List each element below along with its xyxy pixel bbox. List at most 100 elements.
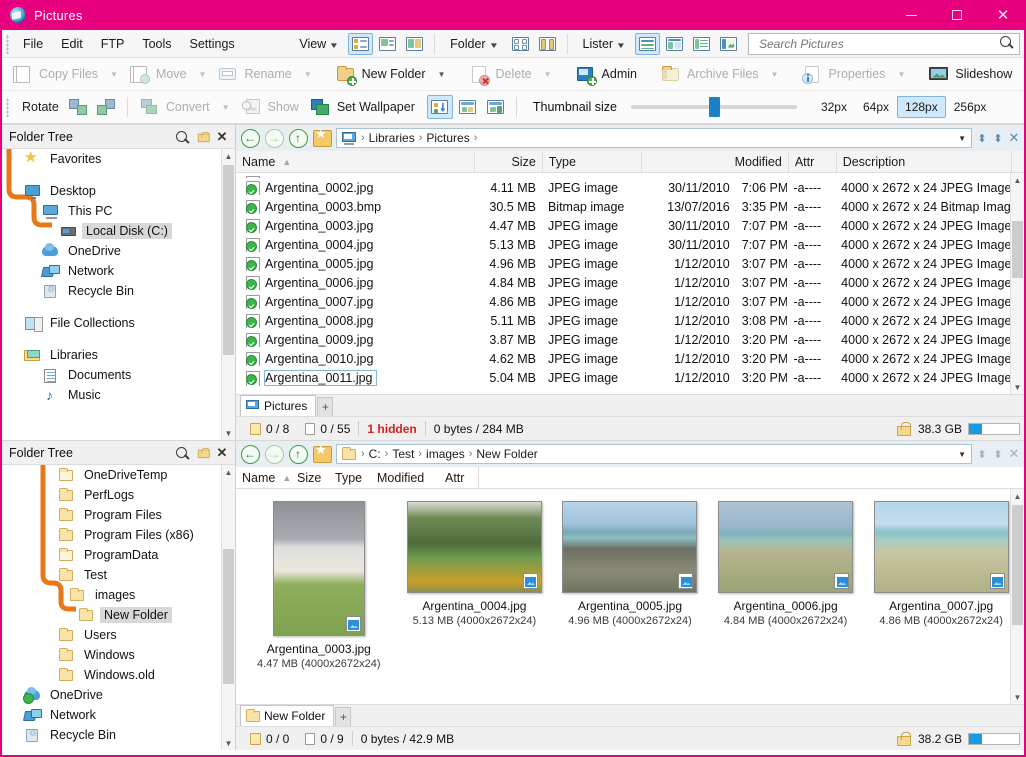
tree-item-network[interactable]: Network	[2, 705, 221, 725]
menu-settings[interactable]: Settings	[181, 34, 244, 54]
tree-item-new-folder[interactable]: New Folder	[2, 605, 221, 625]
tree-close-icon[interactable]: ✕	[213, 128, 231, 146]
tree-item-users[interactable]: Users	[2, 625, 221, 645]
back-button[interactable]: ←	[239, 127, 261, 149]
slideshow-button[interactable]: Slideshow	[923, 61, 1018, 87]
cell-name[interactable]: Argentina_0011.jpg	[236, 369, 474, 386]
properties-dropdown[interactable]: ▼	[891, 61, 911, 87]
cell-name[interactable]: Argentina_0007.jpg	[236, 294, 474, 309]
rename-dropdown[interactable]: ▼	[298, 61, 318, 87]
column-name[interactable]: Name ▲	[236, 150, 476, 173]
rotate-left-button[interactable]	[66, 95, 92, 119]
tree-item-favorites[interactable]: Favorites	[2, 149, 221, 169]
cell-name[interactable]: Argentina_0006.jpg	[236, 275, 474, 290]
tree-item-libraries[interactable]: Libraries	[2, 345, 221, 365]
table-row[interactable]: Argentina_0011.jpg 5.04 MB JPEG image 1/12/…	[236, 368, 1010, 387]
scroll-down-icon[interactable]: ▼	[1011, 380, 1024, 394]
thumbnail-image[interactable]	[562, 501, 698, 593]
thumbnail-item[interactable]: Argentina_0003.jpg 4.47 MB (4000x2672x24)	[250, 501, 388, 670]
column-modified[interactable]: Modified	[371, 467, 439, 489]
size-option-128[interactable]: 128px	[897, 96, 946, 118]
scrollbar-thumb[interactable]	[223, 165, 234, 355]
breadcrumb-libraries[interactable]: Libraries	[367, 131, 417, 145]
minimize-button[interactable]	[888, 0, 934, 30]
thumbnail-image[interactable]	[272, 501, 365, 636]
convert-button[interactable]: Convert	[134, 94, 216, 120]
breadcrumb-new-folder[interactable]: New Folder	[474, 447, 539, 461]
lister-menu-button[interactable]: Lister ▼	[574, 34, 635, 54]
table-row[interactable]: Argentina_0004.jpg 5.13 MB JPEG image 30/11…	[236, 235, 1010, 254]
breadcrumb-images[interactable]: images	[424, 447, 467, 461]
tree-item-program-files[interactable]: Program Files	[2, 505, 221, 525]
close-pane-icon[interactable]: ✕	[1006, 128, 1022, 148]
tree-item-windows-old[interactable]: Windows.old	[2, 665, 221, 685]
scrollbar-thumb[interactable]	[1012, 221, 1023, 278]
view-menu-button[interactable]: View ▼	[290, 34, 347, 54]
tree-item-network[interactable]: Network	[2, 261, 221, 281]
cell-name[interactable]: Argentina_0010.jpg	[236, 351, 474, 366]
size-option-32[interactable]: 32px	[813, 96, 855, 118]
tree-item-test[interactable]: Test	[2, 565, 221, 585]
tree-item-this-pc[interactable]: This PC	[2, 201, 221, 221]
cell-name[interactable]: Argentina_0003.jpg	[236, 218, 474, 233]
bottom-tree-scrollbar[interactable]: ▲ ▼	[221, 465, 235, 750]
search-box[interactable]	[748, 32, 1020, 55]
tab-pictures[interactable]: Pictures	[240, 395, 317, 416]
tree-item-perflogs[interactable]: PerfLogs	[2, 485, 221, 505]
column-type[interactable]: Type	[329, 467, 371, 489]
tree-item-local-disk-c[interactable]: Local Disk (C:)	[2, 221, 221, 241]
bottom-breadcrumb-field[interactable]: › C: › Test › images › New Folder ▼	[336, 444, 972, 464]
new-folder-dropdown[interactable]: ▼	[432, 61, 452, 87]
slideshow-dropdown[interactable]: ▼	[1018, 61, 1026, 87]
cell-name[interactable]: Argentina_0005.jpg	[236, 256, 474, 271]
tree-unlock-icon[interactable]	[193, 444, 211, 462]
thumb-mode-a-button[interactable]	[426, 95, 453, 119]
tree-item-onedrive[interactable]: OneDrive	[2, 241, 221, 261]
scrollbar-thumb[interactable]	[223, 549, 234, 684]
lister-viewer-button[interactable]	[716, 33, 741, 55]
tree-item-onedrive[interactable]: OneDrive	[2, 685, 221, 705]
move-dropdown[interactable]: ▼	[193, 61, 213, 87]
cell-name[interactable]: Argentina_0008.jpg	[236, 313, 474, 328]
view-thumbnails-button[interactable]	[402, 33, 427, 55]
breadcrumb-c-drive[interactable]: C:	[367, 447, 383, 461]
lister-single-button[interactable]	[635, 32, 660, 55]
thumbnail-item[interactable]: Argentina_0007.jpg 4.86 MB (4000x2672x24)	[872, 501, 1010, 627]
archive-files-button[interactable]: Archive Files	[655, 61, 765, 87]
scroll-down-icon[interactable]: ▼	[222, 736, 235, 750]
folder-menu-button[interactable]: Folder ▼	[441, 34, 506, 54]
column-attr[interactable]: Attr	[789, 150, 837, 173]
lister-dual-horizontal-button[interactable]	[662, 33, 687, 55]
top-breadcrumb-field[interactable]: › Libraries › Pictures › ▼	[336, 128, 972, 148]
new-tab-button[interactable]: +	[317, 397, 334, 416]
tree-item-recycle-bin[interactable]: Recycle Bin	[2, 725, 221, 745]
maximize-button[interactable]	[934, 0, 980, 30]
tree-item-desktop[interactable]: Desktop	[2, 181, 221, 201]
rename-button[interactable]: Rename	[212, 61, 297, 87]
back-button[interactable]: ←	[239, 443, 261, 465]
cell-name[interactable]: Argentina_0002.jpg	[236, 180, 474, 195]
search-input[interactable]	[757, 35, 1000, 52]
thumbnail-image[interactable]	[406, 501, 542, 593]
scroll-down-icon[interactable]: ▼	[222, 426, 235, 440]
convert-dropdown[interactable]: ▼	[216, 94, 236, 120]
thumbnail-item[interactable]: Argentina_0004.jpg 5.13 MB (4000x2672x24)	[406, 501, 544, 627]
new-tab-button[interactable]: +	[335, 707, 352, 726]
table-row[interactable]: Argentina_0005.jpg 4.96 MB JPEG image 1/12/…	[236, 254, 1010, 273]
column-attr[interactable]: Attr	[439, 466, 479, 489]
scroll-up-icon[interactable]: ▲	[222, 465, 235, 479]
cell-name[interactable]: Argentina_0009.jpg	[236, 332, 474, 347]
expand-icon[interactable]: ⬍	[990, 444, 1006, 464]
unlock-icon[interactable]	[896, 421, 911, 436]
tree-item-programdata[interactable]: ProgramData	[2, 545, 221, 565]
slider-thumb[interactable]	[708, 97, 720, 117]
tree-item-images[interactable]: images	[2, 585, 221, 605]
top-list-scrollbar[interactable]: ▲ ▼	[1010, 173, 1024, 394]
tree-item-recycle-bin[interactable]: Recycle Bin	[2, 281, 221, 301]
table-row[interactable]: Argentina_0006.jpg 4.84 MB JPEG image 1/12/…	[236, 273, 1010, 292]
favorites-button[interactable]	[312, 126, 332, 148]
column-size[interactable]: Size	[475, 150, 543, 173]
up-button[interactable]: ↑	[287, 443, 309, 465]
table-row[interactable]: Argentina_0003.bmp 30.5 MB Bitmap image 13/…	[236, 197, 1010, 216]
scroll-up-icon[interactable]: ▲	[1011, 173, 1024, 187]
